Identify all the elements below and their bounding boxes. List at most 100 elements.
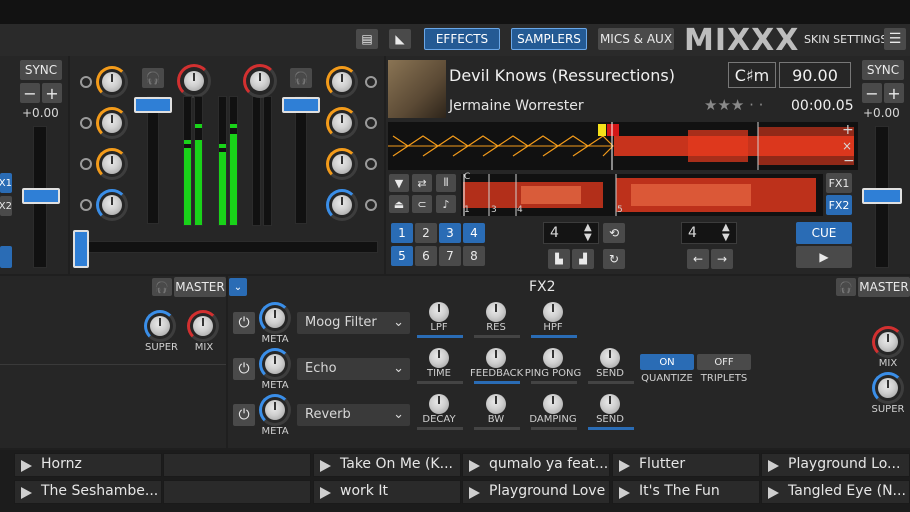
- waveform-zoom-out[interactable]: −: [843, 153, 855, 169]
- kill-mid-button[interactable]: [80, 117, 92, 129]
- hotcue-8[interactable]: 8: [463, 246, 485, 266]
- library-cell[interactable]: Tangled Eye (N...: [761, 480, 910, 504]
- library-cell[interactable]: Hornz: [14, 453, 162, 477]
- waveform-zoom-in[interactable]: +: [842, 122, 854, 138]
- repeat-icon[interactable]: ▼: [389, 174, 409, 192]
- waveform-close[interactable]: ×: [842, 139, 852, 153]
- right-fx2-button[interactable]: FX2: [826, 195, 852, 215]
- library-cell[interactable]: qumalo ya feat...: [462, 453, 610, 477]
- fx-unit1-power-icon[interactable]: ⏻: [233, 312, 255, 334]
- right-volume-handle[interactable]: [282, 97, 320, 113]
- effects-button[interactable]: EFFECTS: [424, 28, 500, 50]
- loop-size-a-spinner-icon[interactable]: ▲ ▼: [584, 223, 592, 243]
- mics-aux-button[interactable]: MICS & AUX: [598, 28, 674, 50]
- eject-icon[interactable]: ⏏: [389, 195, 409, 213]
- fx-unit3-power-icon[interactable]: ⏻: [233, 404, 255, 426]
- quick-effect-button[interactable]: [80, 199, 92, 211]
- right-volume-fader[interactable]: [295, 96, 307, 224]
- fx-right-headphone-icon[interactable]: 🎧: [836, 278, 856, 296]
- library-cell[interactable]: Playground Love: [462, 480, 610, 504]
- library-cell[interactable]: It's The Fun: [612, 480, 760, 504]
- loop-in-icon[interactable]: ▙: [548, 249, 570, 269]
- left-fx1-button[interactable]: X1: [0, 173, 12, 193]
- fx-unit2-pingpong-knob[interactable]: [543, 348, 563, 368]
- right-headphone-icon[interactable]: 🎧: [290, 68, 312, 88]
- menu-icon[interactable]: ☰: [884, 28, 906, 50]
- reloop-icon[interactable]: ⟲: [603, 223, 625, 243]
- reverse-icon[interactable]: ⇄: [412, 174, 432, 192]
- fx-left-master-button[interactable]: MASTER: [174, 277, 226, 297]
- vinyl-control-icon[interactable]: ◣: [389, 29, 411, 49]
- fx-unit3-bw-knob[interactable]: [486, 394, 506, 414]
- beatgrid-icon[interactable]: ⦀: [436, 174, 456, 192]
- beatjump-back-icon[interactable]: ←: [687, 249, 709, 269]
- kill-high-button[interactable]: [80, 158, 92, 170]
- fx-unit1-effect-select[interactable]: Moog Filter ⌄: [297, 312, 410, 334]
- fx-unit2-send-knob[interactable]: [600, 348, 620, 368]
- right-pitch-plus[interactable]: +: [884, 83, 904, 103]
- fx-unit3-decay-knob[interactable]: [429, 394, 449, 414]
- hotcue-2[interactable]: 2: [415, 223, 437, 243]
- fx-unit3-send-knob[interactable]: [600, 394, 620, 414]
- fx-unit2-feedback-knob[interactable]: [486, 348, 506, 368]
- fx2-collapse-icon[interactable]: ⌄: [229, 278, 247, 296]
- library-cell[interactable]: Flutter: [612, 453, 760, 477]
- library-cell[interactable]: Playground Lo...: [761, 453, 910, 477]
- loop-toggle-icon[interactable]: ↻: [603, 249, 625, 269]
- library-cell[interactable]: [163, 453, 311, 477]
- library-cell[interactable]: [163, 480, 311, 504]
- hotcue-1[interactable]: 1: [391, 223, 413, 243]
- fx-unit1-res-knob[interactable]: [486, 302, 506, 322]
- fx-unit3-damping-knob[interactable]: [543, 394, 563, 414]
- left-headphone-icon[interactable]: 🎧: [142, 68, 164, 88]
- fx-unit2-effect-select[interactable]: Echo ⌄: [297, 358, 410, 380]
- right-rate-handle[interactable]: [862, 188, 902, 204]
- hotcue-3[interactable]: 3: [439, 223, 461, 243]
- left-volume-fader[interactable]: [147, 96, 159, 224]
- fx-unit3-effect-select[interactable]: Reverb ⌄: [297, 404, 410, 426]
- left-sync-button[interactable]: SYNC: [20, 60, 62, 80]
- fx-unit2-time-knob[interactable]: [429, 348, 449, 368]
- library-cell[interactable]: work It: [313, 480, 461, 504]
- right-quick-effect-button[interactable]: [365, 199, 377, 211]
- fx-unit1-hpf-knob[interactable]: [543, 302, 563, 322]
- right-sync-button[interactable]: SYNC: [862, 60, 904, 80]
- library-cell[interactable]: The Seshambe...: [14, 480, 162, 504]
- fx-unit1-lpf-knob[interactable]: [429, 302, 449, 322]
- right-kill-low-button[interactable]: [365, 76, 377, 88]
- cue-button[interactable]: CUE: [796, 222, 852, 244]
- play-button[interactable]: ▶: [796, 246, 852, 268]
- right-kill-high-button[interactable]: [365, 158, 377, 170]
- hotcue-7[interactable]: 7: [439, 246, 461, 266]
- keylock-icon[interactable]: ♪: [436, 195, 456, 213]
- slip-icon[interactable]: ⊂: [412, 195, 432, 213]
- left-fx2-button[interactable]: X2: [0, 196, 12, 216]
- fx-right-master-button[interactable]: MASTER: [858, 277, 910, 297]
- right-fx1-button[interactable]: FX1: [826, 173, 852, 193]
- crossfader-handle[interactable]: [73, 230, 89, 268]
- hotcue-5[interactable]: 5: [391, 246, 413, 266]
- triplets-off-button[interactable]: OFF: [697, 354, 751, 370]
- quantize-on-button[interactable]: ON: [640, 354, 694, 370]
- right-pitch-minus[interactable]: −: [862, 83, 882, 103]
- left-pitch-minus[interactable]: −: [20, 83, 40, 103]
- crossfader[interactable]: [76, 241, 378, 253]
- hotcue-6[interactable]: 6: [415, 246, 437, 266]
- beatjump-forward-icon[interactable]: →: [711, 249, 733, 269]
- loop-out-icon[interactable]: ▟: [572, 249, 594, 269]
- bpm-display[interactable]: 90.00: [779, 62, 851, 88]
- fx-left-headphone-icon[interactable]: 🎧: [152, 278, 172, 296]
- left-pitch-plus[interactable]: +: [42, 83, 62, 103]
- star-rating[interactable]: ★★★ · ·: [704, 96, 763, 114]
- overview-waveform[interactable]: [461, 174, 823, 216]
- kill-low-button[interactable]: [80, 76, 92, 88]
- library-cell[interactable]: Take On Me (K...: [313, 453, 461, 477]
- library-toggle-icon[interactable]: ▤: [356, 29, 378, 49]
- hotcue-4[interactable]: 4: [463, 223, 485, 243]
- left-volume-handle[interactable]: [134, 97, 172, 113]
- left-rate-handle[interactable]: [22, 188, 60, 204]
- skin-settings-label[interactable]: SKIN SETTINGS: [804, 33, 887, 46]
- samplers-button[interactable]: SAMPLERS: [511, 28, 587, 50]
- left-deck-edge-button[interactable]: [0, 246, 12, 268]
- right-kill-mid-button[interactable]: [365, 117, 377, 129]
